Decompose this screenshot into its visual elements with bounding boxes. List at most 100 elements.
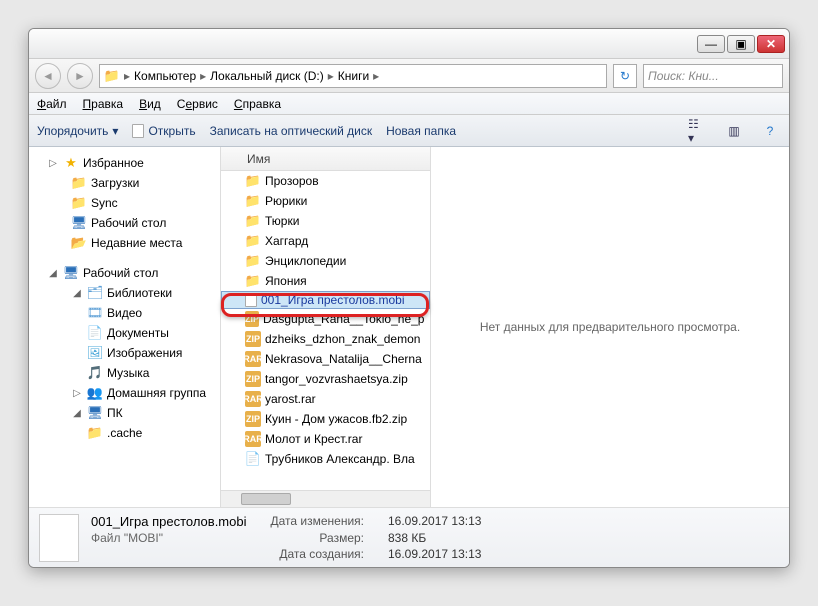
star-icon: ★	[63, 155, 79, 171]
menu-tools[interactable]: Сервис	[177, 97, 218, 111]
close-button[interactable]: ✕	[757, 35, 785, 53]
folder-icon: 📁	[104, 68, 120, 84]
rar-icon: RAR	[245, 431, 261, 447]
rar-icon: RAR	[245, 351, 261, 367]
details-modified-label: Дата изменения:	[271, 514, 365, 529]
preview-pane-button[interactable]: ▥	[723, 121, 745, 141]
file-pane: Имя 📁Прозоров 📁Рюрики 📁Тюрки 📁Хаггард 📁Э…	[221, 147, 431, 507]
list-item[interactable]: ZIPDasgupta_Rana__Tokio_ne_p	[221, 309, 430, 329]
list-item[interactable]: RARNekrasova_Natalija__Cherna	[221, 349, 430, 369]
preview-empty-text: Нет данных для предварительного просмотр…	[480, 320, 740, 334]
details-filetype: Файл "MOBI"	[91, 531, 247, 545]
sidebar-item-documents[interactable]: 📄Документы	[29, 323, 220, 343]
folder-icon: 📁	[245, 253, 261, 269]
list-item[interactable]: 📁Тюрки	[221, 211, 430, 231]
menu-help[interactable]: Справка	[234, 97, 281, 111]
details-created: 16.09.2017 13:13	[388, 547, 481, 561]
details-pane: 001_Игра престолов.mobi Дата изменения: …	[29, 507, 789, 567]
organize-button[interactable]: Упорядочить ▾	[37, 124, 118, 138]
chevron-right-icon: ▸	[373, 69, 379, 83]
refresh-button[interactable]: ↻	[613, 64, 637, 88]
library-icon: 🗂	[87, 285, 103, 301]
burn-button[interactable]: Записать на оптический диск	[210, 124, 373, 138]
folder-icon: 📁	[245, 213, 261, 229]
recent-icon: 📂	[71, 235, 87, 251]
list-item[interactable]: ZIPdzheiks_dzhon_znak_demon	[221, 329, 430, 349]
sidebar-item-sync[interactable]: 📁Sync	[29, 193, 220, 213]
folder-icon: 📁	[87, 425, 103, 441]
horizontal-scrollbar[interactable]	[221, 490, 430, 507]
music-icon: 🎵	[87, 365, 103, 381]
list-item[interactable]: ZIPКуин - Дом ужасов.fb2.zip	[221, 409, 430, 429]
navbar: ◄ ► 📁 ▸ Компьютер ▸ Локальный диск (D:) …	[29, 59, 789, 93]
breadcrumb[interactable]: Локальный диск (D:)	[210, 69, 324, 83]
sidebar-item-pictures[interactable]: 🖼Изображения	[29, 343, 220, 363]
column-header-name[interactable]: Имя	[221, 147, 430, 171]
pc-icon: 🖥	[87, 405, 103, 421]
list-item[interactable]: 📁Япония	[221, 271, 430, 291]
details-created-label: Дата создания:	[271, 547, 365, 561]
list-item[interactable]: 📁Рюрики	[221, 191, 430, 211]
open-button[interactable]: Открыть	[132, 124, 195, 138]
forward-button[interactable]: ►	[67, 63, 93, 89]
new-folder-button[interactable]: Новая папка	[386, 124, 456, 138]
folder-icon: 📁	[245, 193, 261, 209]
sidebar-item-libraries[interactable]: ◢🗂Библиотеки	[29, 283, 220, 303]
list-item-selected[interactable]: 001_Игра престолов.mobi	[221, 291, 430, 309]
preview-pane: Нет данных для предварительного просмотр…	[431, 147, 789, 507]
sidebar-item-recent[interactable]: 📂Недавние места	[29, 233, 220, 253]
details-size-label: Размер:	[271, 531, 365, 545]
sidebar-item-video[interactable]: 🎞Видео	[29, 303, 220, 323]
file-thumbnail	[39, 514, 79, 562]
menu-view[interactable]: Вид	[139, 97, 161, 111]
sidebar-item-pc[interactable]: ◢🖥ПК	[29, 403, 220, 423]
help-button[interactable]: ?	[759, 121, 781, 141]
chevron-down-icon: ▾	[112, 124, 118, 138]
zip-icon: ZIP	[245, 311, 259, 327]
sidebar-item-homegroup[interactable]: ▷👥Домашняя группа	[29, 383, 220, 403]
details-modified: 16.09.2017 13:13	[388, 514, 481, 529]
details-filename: 001_Игра престолов.mobi	[91, 514, 247, 529]
sidebar: ▷★Избранное 📁Загрузки 📁Sync 🖥Рабочий сто…	[29, 147, 221, 507]
breadcrumb[interactable]: Компьютер	[134, 69, 196, 83]
explorer-window: — ▣ ✕ ◄ ► 📁 ▸ Компьютер ▸ Локальный диск…	[28, 28, 790, 568]
sidebar-item-cache[interactable]: 📁.cache	[29, 423, 220, 443]
sidebar-item-favorites[interactable]: ▷★Избранное	[29, 153, 220, 173]
list-item[interactable]: 📁Прозоров	[221, 171, 430, 191]
scrollbar-thumb[interactable]	[241, 493, 291, 505]
file-icon	[245, 293, 257, 307]
maximize-button[interactable]: ▣	[727, 35, 755, 53]
toolbar: Упорядочить ▾ Открыть Записать на оптиче…	[29, 115, 789, 147]
list-item[interactable]: 📁Хаггард	[221, 231, 430, 251]
sidebar-item-music[interactable]: 🎵Музыка	[29, 363, 220, 383]
desktop-icon: 🖥	[71, 215, 87, 231]
folder-icon: 📁	[245, 233, 261, 249]
list-item[interactable]: ZIPtangor_vozvrashaetsya.zip	[221, 369, 430, 389]
list-item[interactable]: 📁Энциклопедии	[221, 251, 430, 271]
zip-icon: ZIP	[245, 411, 261, 427]
body: ▷★Избранное 📁Загрузки 📁Sync 🖥Рабочий сто…	[29, 147, 789, 507]
address-bar[interactable]: 📁 ▸ Компьютер ▸ Локальный диск (D:) ▸ Кн…	[99, 64, 607, 88]
list-item[interactable]: RARМолот и Крест.rar	[221, 429, 430, 449]
view-options-button[interactable]: ☷ ▾	[687, 121, 709, 141]
menu-file[interactable]: Файл	[37, 97, 67, 111]
search-input[interactable]: Поиск: Кни...	[643, 64, 783, 88]
folder-icon: 📁	[71, 175, 87, 191]
menubar: Файл Правка Вид Сервис Справка	[29, 93, 789, 115]
list-item[interactable]: RARyarost.rar	[221, 389, 430, 409]
chevron-right-icon: ▸	[124, 69, 130, 83]
minimize-button[interactable]: —	[697, 35, 725, 53]
menu-edit[interactable]: Правка	[83, 97, 124, 111]
details-size: 838 КБ	[388, 531, 481, 545]
file-list[interactable]: 📁Прозоров 📁Рюрики 📁Тюрки 📁Хаггард 📁Энцик…	[221, 171, 430, 490]
sidebar-item-downloads[interactable]: 📁Загрузки	[29, 173, 220, 193]
back-button[interactable]: ◄	[35, 63, 61, 89]
folder-icon: 📁	[245, 173, 261, 189]
zip-icon: ZIP	[245, 331, 261, 347]
zip-icon: ZIP	[245, 371, 261, 387]
homegroup-icon: 👥	[87, 385, 103, 401]
sidebar-item-desktop[interactable]: 🖥Рабочий стол	[29, 213, 220, 233]
list-item[interactable]: 📄Трубников Александр. Вла	[221, 449, 430, 469]
breadcrumb[interactable]: Книги	[338, 69, 369, 83]
sidebar-item-desktop-root[interactable]: ◢🖥Рабочий стол	[29, 263, 220, 283]
